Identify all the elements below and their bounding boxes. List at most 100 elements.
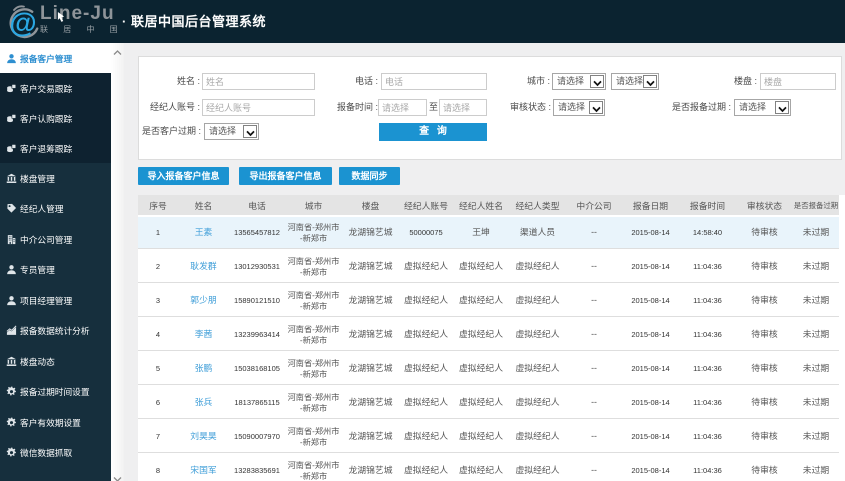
- sidebar-item-label: 微信数据抓取: [20, 448, 73, 459]
- import-customers-button[interactable]: 导入报备客户信息: [138, 167, 229, 185]
- sidebar-item-3[interactable]: 客户认购跟踪: [0, 103, 111, 133]
- table-row-6[interactable]: 6 张兵 18137865115 河南省-郑州市 -新郑市 龙湖锦艺城 虚拟经纪人 虚拟经纪人…: [138, 385, 839, 419]
- sidebar-item-10[interactable]: 报备数据统计分析: [0, 316, 111, 347]
- cell: 2015-08-14: [622, 249, 679, 283]
- cell: 2015-08-14: [622, 317, 679, 351]
- col-header-10: 报备时间: [679, 195, 736, 215]
- sidebar-item-2[interactable]: 客户交易跟踪: [0, 73, 111, 103]
- table-row-3[interactable]: 3 郭少朋 15890121510 河南省-郑州市 -新郑市 龙湖锦艺城 虚拟经纪人 虚拟经纪…: [138, 283, 839, 317]
- customer-name-link[interactable]: 张鹏: [195, 363, 213, 373]
- city-province-select[interactable]: 请选择: [552, 73, 606, 90]
- date-to-input[interactable]: [439, 99, 487, 116]
- customer-name-link[interactable]: 张兵: [195, 397, 213, 407]
- table-row-8[interactable]: 8 宋国军 13283835691 河南省-郑州市 -新郑市 龙湖锦艺城 虚拟经纪人 虚拟经纪…: [138, 453, 839, 481]
- sidebar-item-4[interactable]: 客户退筹跟踪: [0, 133, 111, 163]
- city-cell-text: 河南省-郑州市 -新郑市: [287, 222, 340, 243]
- report-expired-select[interactable]: 请选择: [734, 99, 791, 116]
- cell: 11:04:36: [679, 419, 736, 453]
- sidebar-item-label: 报备客户管理: [20, 53, 73, 64]
- table-row-7[interactable]: 7 刘昊昊 15090007970 河南省-郑州市 -新郑市 龙湖锦艺城 虚拟经纪人 虚拟经纪…: [138, 419, 839, 453]
- sidebar-item-12[interactable]: 报备过期时间设置: [0, 377, 111, 408]
- sidebar-item-11[interactable]: 楼盘动态: [0, 346, 111, 377]
- col-header-9: 报备日期: [622, 195, 679, 215]
- cell: 虚拟经纪人: [399, 351, 453, 385]
- cell: 龙湖锦艺城: [342, 385, 399, 419]
- search-button[interactable]: 查 询: [379, 123, 487, 141]
- brand-block: Line-Ju 联 居 中 国: [40, 4, 124, 35]
- user-icon: [6, 53, 17, 64]
- cell: 虚拟经纪人: [453, 317, 509, 351]
- export-customers-button[interactable]: 导出报备客户信息: [239, 167, 332, 185]
- cell: 虚拟经纪人: [399, 317, 453, 351]
- customer-name-link[interactable]: 宋国军: [190, 465, 216, 475]
- page-title: · 联居中国后台管理系统: [122, 14, 266, 29]
- filter-panel: 姓名 :电话 :城市 :请选择请选择楼盘 :经纪人账号 :报备时间 :至审核状态…: [138, 56, 842, 160]
- customers-table: 序号 姓名 电话 城市 楼盘 经纪人账号 经纪人姓名 经纪人类型 中介公司 报备日期 报备时间 审核状…: [138, 195, 839, 481]
- cell: 虚拟经纪人: [453, 283, 509, 317]
- audit-label: 审核状态 :: [509, 102, 551, 112]
- customer-name-link[interactable]: 耿发群: [190, 261, 216, 271]
- cell: 14:58:40: [679, 215, 736, 249]
- name-input[interactable]: [202, 73, 315, 90]
- cell: 虚拟经纪人: [399, 385, 453, 419]
- bank-icon: [6, 356, 17, 367]
- col-header-6: 经纪人姓名: [453, 195, 509, 215]
- sidebar-item-7[interactable]: 中介公司管理: [0, 224, 111, 255]
- date-from-input[interactable]: [378, 99, 427, 116]
- select-arrow-button: [243, 125, 257, 138]
- col-header-7: 经纪人类型: [509, 195, 566, 215]
- customer-name-link[interactable]: 刘昊昊: [190, 431, 216, 441]
- scroll-up-icon[interactable]: [113, 49, 122, 56]
- phone-input[interactable]: [381, 73, 487, 90]
- cell: 待审核: [736, 351, 793, 385]
- sidebar-item-label: 客户退筹跟踪: [20, 143, 73, 154]
- cell: 未过期: [793, 351, 839, 385]
- table-row-4[interactable]: 4 李茜 13239963414 河南省-郑州市 -新郑市 龙湖锦艺城 虚拟经纪人 虚拟经纪人…: [138, 317, 839, 351]
- estate-input[interactable]: [760, 73, 836, 90]
- cell: 虚拟经纪人: [399, 453, 453, 481]
- city-city-select[interactable]: 请选择: [611, 73, 659, 90]
- cell: 李茜: [178, 317, 229, 351]
- cell: 13565457812: [229, 215, 285, 249]
- cell: --: [566, 283, 622, 317]
- cell: --: [566, 385, 622, 419]
- cell: 龙湖锦艺城: [342, 283, 399, 317]
- scroll-down-icon[interactable]: [113, 476, 122, 481]
- table-row-1[interactable]: 1 王素 13565457812 河南省-郑州市 -新郑市 龙湖锦艺城 50000075 王坤…: [138, 215, 839, 249]
- cell: 龙湖锦艺城: [342, 317, 399, 351]
- cell: 8: [138, 453, 178, 481]
- col-header-5: 经纪人账号: [399, 195, 453, 215]
- customer-name-link[interactable]: 李茜: [195, 329, 213, 339]
- table-row-2[interactable]: 2 耿发群 13012930531 河南省-郑州市 -新郑市 龙湖锦艺城 虚拟经纪人 虚拟经纪…: [138, 249, 839, 283]
- table-row-5[interactable]: 5 张鹏 15038168105 河南省-郑州市 -新郑市 龙湖锦艺城 虚拟经纪人 虚拟经纪人…: [138, 351, 839, 385]
- cell: 13239963414: [229, 317, 285, 351]
- cell: 河南省-郑州市 -新郑市: [285, 215, 342, 249]
- sidebar-item-13[interactable]: 客户有效期设置: [0, 407, 111, 438]
- customers-table-panel: 序号 姓名 电话 城市 楼盘 经纪人账号 经纪人姓名 经纪人类型 中介公司 报备日期 报备时间 审核状…: [138, 195, 845, 481]
- customer-name-link[interactable]: 郭少朋: [190, 295, 216, 305]
- cell: 18137865115: [229, 385, 285, 419]
- sidebar-item-5[interactable]: 楼盘管理: [0, 163, 111, 194]
- sidebar-scrollbar[interactable]: [111, 43, 124, 481]
- phone-label: 电话 :: [354, 76, 378, 86]
- col-header-3: 城市: [285, 195, 342, 215]
- data-sync-button[interactable]: 数据同步: [339, 167, 400, 185]
- audit-select[interactable]: 请选择: [553, 99, 605, 116]
- customer-name-link[interactable]: 王素: [195, 227, 213, 237]
- cell: 虚拟经纪人: [509, 453, 566, 481]
- agent-input[interactable]: [202, 99, 315, 116]
- sidebar-item-9[interactable]: 项目经理管理: [0, 285, 111, 316]
- cell: 2015-08-14: [622, 215, 679, 249]
- cell: --: [566, 351, 622, 385]
- sidebar-item-8[interactable]: 专员管理: [0, 255, 111, 286]
- cell: 11:04:36: [679, 351, 736, 385]
- cell: 15090007970: [229, 419, 285, 453]
- brand-name: Line-Ju: [40, 3, 115, 24]
- sidebar-item-14[interactable]: 微信数据抓取: [0, 438, 111, 469]
- cell: 50000075: [399, 215, 453, 249]
- cell: 龙湖锦艺城: [342, 249, 399, 283]
- sidebar-item-1[interactable]: 报备客户管理: [0, 43, 111, 73]
- sidebar-item-6[interactable]: 经纪人管理: [0, 194, 111, 225]
- cubes-icon: [6, 83, 17, 94]
- customer-expired-select[interactable]: 请选择: [204, 123, 259, 140]
